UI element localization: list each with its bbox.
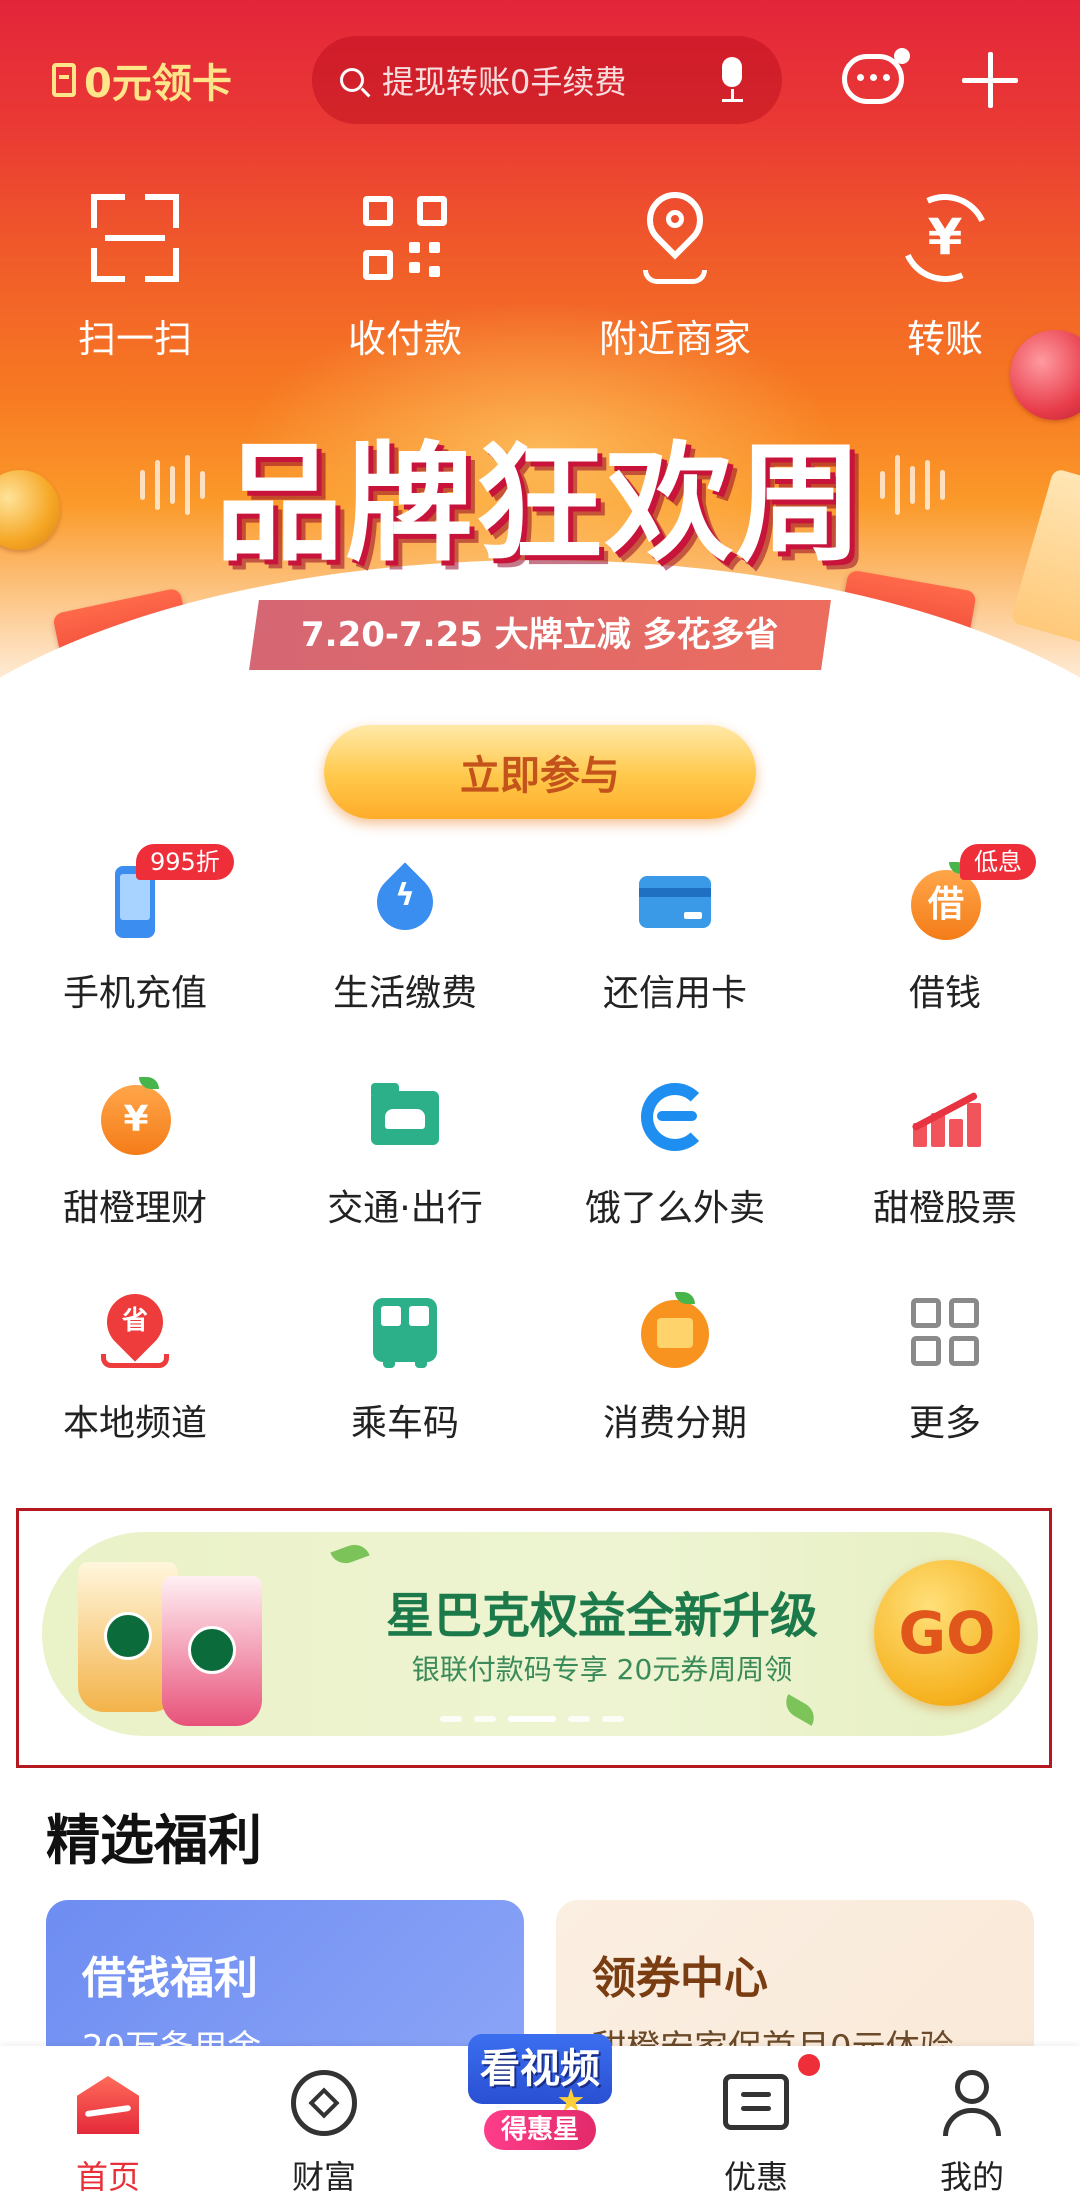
home-icon <box>73 2068 143 2138</box>
tab-home[interactable]: 首页 <box>0 2046 216 2206</box>
join-now-button[interactable]: 立即参与 <box>324 725 756 819</box>
transfer-icon: ¥ <box>888 181 1002 295</box>
service-label: 交通·出行 <box>327 1188 483 1229</box>
watch-video-button[interactable]: 看视频 得惠星 <box>462 2028 618 2160</box>
water-drop-icon: ϟ <box>365 862 445 942</box>
starbucks-promo-banner[interactable]: 星巴克权益全新升级 银联付款码专享 20元券周周领 GO <box>42 1532 1038 1736</box>
stock-chart-icon <box>905 1077 985 1157</box>
wealth-icon <box>289 2068 359 2138</box>
leaf-decoration <box>330 1540 370 1568</box>
bus-code-icon <box>365 1292 445 1372</box>
scan-icon <box>87 190 183 286</box>
more-grid-icon <box>905 1292 985 1372</box>
message-button[interactable] <box>842 48 910 110</box>
carousel-indicator <box>440 1716 624 1722</box>
quick-action-label: 转账 <box>906 317 983 361</box>
service-label: 甜橙股票 <box>872 1188 1017 1229</box>
banner-subtitle: 7.20-7.25 大牌立减 多花多省 <box>249 600 831 670</box>
card-title: 领券中心 <box>592 1953 768 2004</box>
service-utilities[interactable]: ϟ 生活缴费 <box>270 840 540 1055</box>
carousel-dot <box>568 1716 590 1722</box>
service-label: 乘车码 <box>350 1403 459 1444</box>
carousel-dot-active <box>508 1716 556 1722</box>
free-card-promo[interactable]: 0元领卡 <box>52 50 232 110</box>
service-transport[interactable]: 交通·出行 <box>270 1055 540 1270</box>
go-button[interactable]: GO <box>874 1560 1020 1706</box>
qr-code-icon <box>357 190 453 286</box>
quick-actions: 扫一扫 收付款 附近商家 ¥ 转账 <box>0 180 1080 380</box>
promo-subtitle: 银联付款码专享 20元券周周领 <box>411 1653 793 1686</box>
low-interest-badge: 低息 <box>960 844 1036 880</box>
service-label: 生活缴费 <box>332 973 477 1014</box>
microphone-icon[interactable] <box>710 55 754 105</box>
service-stocks[interactable]: 甜橙股票 <box>810 1055 1080 1270</box>
location-icon <box>627 180 723 286</box>
tab-label: 优惠 <box>723 2158 788 2196</box>
service-bus-code[interactable]: 乘车码 <box>270 1270 540 1485</box>
leaf-decoration <box>780 1694 820 1726</box>
search-icon <box>340 68 364 92</box>
service-label: 本地频道 <box>62 1403 207 1444</box>
section-title: 精选福利 <box>46 1809 262 1872</box>
user-icon <box>937 2068 1007 2138</box>
quick-action-scan[interactable]: 扫一扫 <box>0 190 270 380</box>
notification-dot <box>894 48 910 64</box>
coupon-icon <box>721 2068 791 2138</box>
service-phone-recharge[interactable]: 手机充值 995折 <box>0 840 270 1055</box>
quick-action-label: 收付款 <box>347 317 462 361</box>
quick-action-label: 扫一扫 <box>77 317 192 361</box>
service-label: 还信用卡 <box>602 973 747 1014</box>
video-badge-title: 看视频 <box>468 2034 612 2104</box>
service-installment[interactable]: 消费分期 <box>540 1270 810 1485</box>
service-more[interactable]: 更多 <box>810 1270 1080 1485</box>
featured-card-loan[interactable]: 借钱福利 20万备用金 <box>46 1900 524 2060</box>
service-credit-card[interactable]: 还信用卡 <box>540 840 810 1055</box>
tab-label: 首页 <box>75 2158 140 2196</box>
carousel-dot <box>474 1716 496 1722</box>
service-label: 借钱 <box>908 973 981 1014</box>
notification-dot <box>798 2054 820 2076</box>
discount-badge: 995折 <box>136 844 234 880</box>
banner-title: 品牌狂欢周 <box>214 430 865 579</box>
eleme-icon <box>635 1077 715 1157</box>
free-card-label: 0元领卡 <box>84 61 232 107</box>
service-label: 更多 <box>908 1403 981 1444</box>
carousel-dot <box>440 1716 462 1722</box>
services-grid: 手机充值 995折 ϟ 生活缴费 还信用卡 借 借钱 低息 ¥ 甜橙理财 交通·… <box>0 840 1080 1485</box>
coffee-cup-image <box>162 1576 262 1726</box>
featured-card-coupons[interactable]: 领券中心 甜橙安家保首月0元体验 <box>556 1900 1034 2060</box>
service-eleme[interactable]: 饿了么外卖 <box>540 1055 810 1270</box>
credit-card-icon <box>635 862 715 942</box>
search-placeholder: 提现转账0手续费 <box>382 63 627 101</box>
tab-offers[interactable]: 优惠 <box>648 2046 864 2206</box>
tab-label: 财富 <box>291 2158 356 2196</box>
tab-label: 我的 <box>939 2158 1004 2196</box>
top-bar: 0元领卡 提现转账0手续费 <box>0 0 1080 160</box>
card-title: 借钱福利 <box>82 1953 258 2004</box>
tab-me[interactable]: 我的 <box>864 2046 1080 2206</box>
service-finance[interactable]: ¥ 甜橙理财 <box>0 1055 270 1270</box>
orange-finance-icon: ¥ <box>95 1077 175 1157</box>
quick-action-pay[interactable]: 收付款 <box>270 190 540 380</box>
car-icon <box>365 1077 445 1157</box>
quick-action-label: 附近商家 <box>598 317 751 361</box>
service-local-channel[interactable]: 省 本地频道 <box>0 1270 270 1485</box>
card-icon <box>52 63 76 97</box>
promo-title: 星巴克权益全新升级 <box>385 1588 818 1644</box>
installment-bag-icon <box>635 1292 715 1372</box>
tab-wealth[interactable]: 财富 <box>216 2046 432 2206</box>
search-bar[interactable]: 提现转账0手续费 <box>312 36 782 124</box>
video-badge-subtitle: 得惠星 <box>484 2110 596 2150</box>
carousel-dot <box>602 1716 624 1722</box>
service-loan[interactable]: 借 借钱 低息 <box>810 840 1080 1055</box>
add-icon[interactable] <box>960 50 1020 110</box>
service-label: 甜橙理财 <box>62 1188 207 1229</box>
service-label: 手机充值 <box>62 973 207 1014</box>
quick-action-transfer[interactable]: ¥ 转账 <box>810 181 1080 380</box>
service-label: 消费分期 <box>602 1403 747 1444</box>
service-label: 饿了么外卖 <box>584 1188 765 1229</box>
local-pin-icon: 省 <box>95 1282 175 1372</box>
quick-action-nearby[interactable]: 附近商家 <box>540 180 810 380</box>
